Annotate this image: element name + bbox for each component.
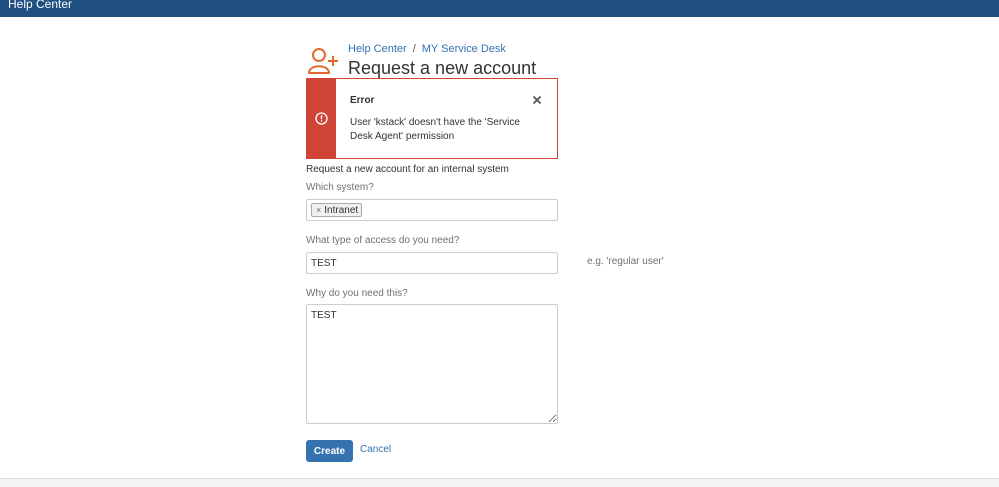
exclamation-circle-icon: [315, 112, 328, 125]
which-system-label: Which system?: [306, 182, 374, 193]
breadcrumb-separator: /: [412, 43, 416, 55]
access-type-label: What type of access do you need?: [306, 235, 460, 246]
error-title: Error: [350, 95, 375, 106]
breadcrumb: Help Center / MY Service Desk: [348, 43, 506, 55]
access-type-hint: e.g. 'regular user': [587, 256, 664, 267]
error-message-box: Error User 'kstack' doesn't have the 'Se…: [306, 78, 558, 159]
error-message-text: User 'kstack' doesn't have the 'Service …: [350, 117, 520, 142]
system-multiselect[interactable]: × Intranet: [306, 199, 558, 221]
chip-label: Intranet: [324, 205, 359, 216]
cancel-link[interactable]: Cancel: [360, 444, 391, 455]
remove-chip-icon[interactable]: ×: [316, 205, 321, 215]
close-icon[interactable]: [531, 94, 543, 106]
form-description: Request a new account for an internal sy…: [306, 164, 509, 175]
create-button[interactable]: Create: [306, 440, 353, 462]
error-stripe: [307, 79, 336, 158]
selected-system-chip[interactable]: × Intranet: [311, 203, 363, 217]
access-type-input[interactable]: [306, 252, 558, 274]
reason-textarea[interactable]: TEST: [306, 304, 558, 424]
top-navigation-bar: Help Center: [0, 0, 999, 17]
reason-label: Why do you need this?: [306, 288, 408, 299]
help-center-link[interactable]: Help Center: [8, 0, 72, 12]
breadcrumb-service-desk[interactable]: MY Service Desk: [422, 43, 506, 55]
add-user-icon: [308, 48, 338, 74]
page-title: Request a new account: [348, 58, 537, 78]
breadcrumb-help-center[interactable]: Help Center: [348, 43, 407, 55]
